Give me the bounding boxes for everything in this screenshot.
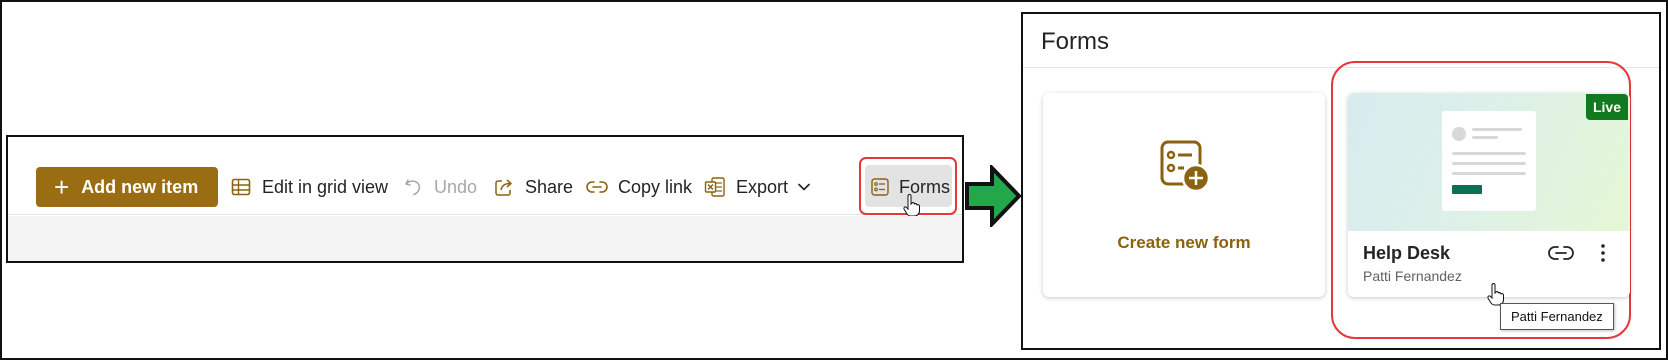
export-label: Export <box>736 176 789 197</box>
undo-icon <box>402 176 424 198</box>
preview-line <box>1452 162 1526 165</box>
preview-line <box>1452 152 1526 155</box>
preview-line <box>1472 128 1522 131</box>
form-name: Help Desk <box>1363 243 1451 263</box>
share-icon <box>493 176 515 198</box>
copy-link-label: Copy link <box>618 176 693 197</box>
edit-grid-view-button[interactable]: Edit in grid view <box>230 167 388 207</box>
edit-grid-view-label: Edit in grid view <box>262 176 389 197</box>
hand-cursor-icon <box>903 194 920 217</box>
preview-line <box>1452 172 1526 175</box>
export-button[interactable]: Export <box>704 167 810 207</box>
grid-icon <box>230 176 252 198</box>
undo-button[interactable]: Undo <box>402 167 477 207</box>
command-bar: + Add new item Edit in grid view Undo Sh… <box>8 137 962 217</box>
link-icon <box>586 176 608 198</box>
live-badge: Live <box>1585 94 1628 120</box>
command-bar-panel: + Add new item Edit in grid view Undo Sh… <box>6 135 964 263</box>
copy-link-button[interactable]: Copy link <box>586 167 692 207</box>
form-card-help-desk[interactable]: Live Help Desk Patti Fernandez <box>1348 93 1630 297</box>
preview-avatar <box>1452 127 1466 141</box>
undo-label: Undo <box>434 176 478 197</box>
preview-submit-button <box>1452 185 1482 194</box>
add-new-item-button[interactable]: + Add new item <box>36 167 218 207</box>
forms-panel: Forms Create new form Live Help Desk Pat… <box>1021 12 1661 350</box>
share-label: Share <box>525 176 574 197</box>
forms-icon <box>869 176 891 198</box>
form-thumbnail: Live <box>1348 93 1630 231</box>
create-new-form-card[interactable]: Create new form <box>1043 93 1325 297</box>
list-area <box>8 216 962 261</box>
plus-icon: + <box>54 172 70 202</box>
chevron-down-icon <box>798 183 810 191</box>
add-new-item-label: Add new item <box>81 176 199 197</box>
form-add-icon <box>1160 140 1210 192</box>
owner-tooltip: Patti Fernandez <box>1500 303 1614 330</box>
more-vertical-icon[interactable] <box>1598 241 1608 265</box>
form-preview-sheet <box>1442 111 1536 211</box>
right-arrow-icon <box>965 165 1022 227</box>
preview-line <box>1472 136 1498 139</box>
share-button[interactable]: Share <box>493 167 573 207</box>
excel-icon <box>704 176 726 198</box>
forms-panel-title: Forms <box>1041 28 1109 55</box>
form-owner: Patti Fernandez <box>1363 268 1462 284</box>
create-new-form-label: Create new form <box>1117 233 1251 252</box>
link-icon[interactable] <box>1548 243 1574 263</box>
